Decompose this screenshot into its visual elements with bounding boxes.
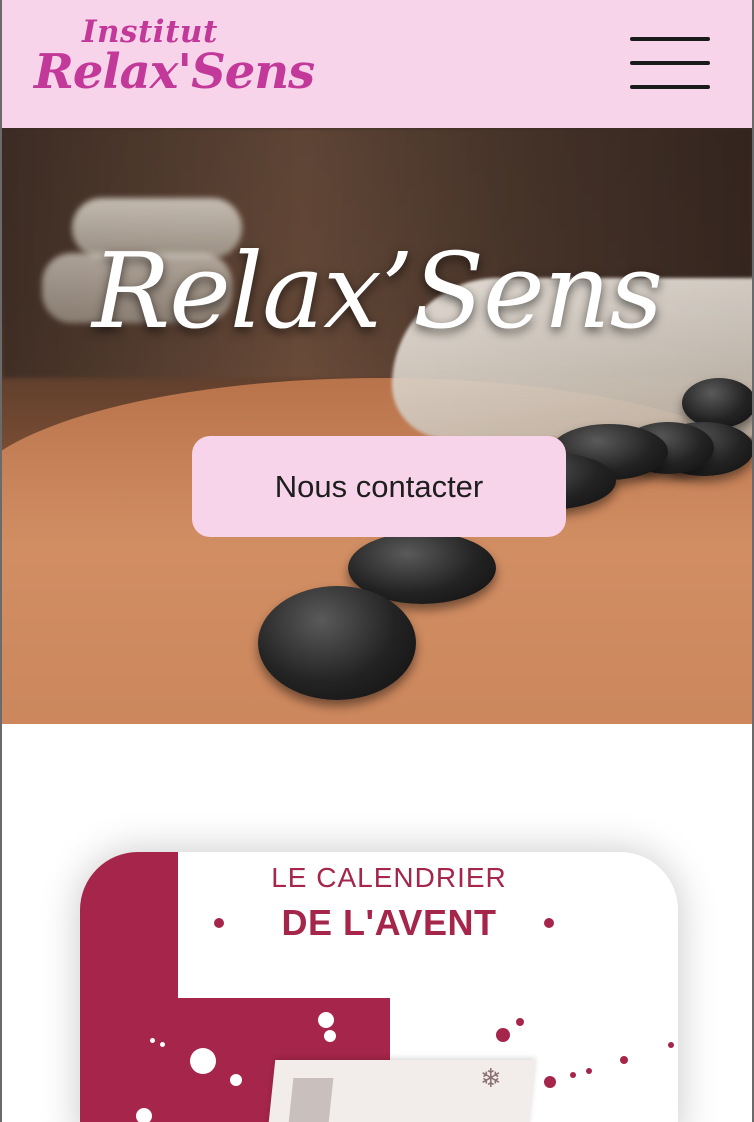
- bullet-dot: [544, 918, 554, 928]
- menu-line: [630, 85, 710, 89]
- contact-button[interactable]: Nous contacter: [192, 436, 566, 537]
- decor-dot: [324, 1030, 336, 1042]
- decor-dot: [318, 1012, 334, 1028]
- decor-dot: [668, 1042, 674, 1048]
- decor-dot: [570, 1072, 576, 1078]
- hot-stone: [682, 378, 752, 428]
- snowflake-icon: ❄: [480, 1064, 502, 1094]
- hero-section: Relax’Sens Nous contacter: [2, 128, 752, 724]
- advent-calendar-card[interactable]: LE CALENDRIER DE L'AVENT ❄: [80, 852, 678, 1122]
- site-header: Institut Relax'Sens: [2, 0, 752, 128]
- decor-dot: [160, 1042, 165, 1047]
- card-kicker: LE CALENDRIER: [271, 862, 507, 893]
- decor-dot: [544, 1076, 556, 1088]
- decor-dot: [190, 1048, 216, 1074]
- menu-line: [630, 61, 710, 65]
- hamburger-menu-icon[interactable]: [628, 36, 712, 94]
- decor-dot: [496, 1028, 510, 1042]
- hero-title: Relax’Sens: [92, 230, 663, 352]
- decor-dot: [230, 1074, 242, 1086]
- decor-dot: [586, 1068, 592, 1074]
- menu-line: [630, 37, 710, 41]
- decor-dot: [136, 1108, 152, 1122]
- decor-dot: [516, 1018, 524, 1026]
- page: Institut Relax'Sens Relax’Sens Nous cont…: [0, 0, 754, 1122]
- site-logo[interactable]: Institut Relax'Sens: [32, 14, 315, 114]
- decor-dot: [150, 1038, 155, 1043]
- decor-dot: [620, 1056, 628, 1064]
- card-headline: DE L'AVENT: [281, 902, 497, 943]
- hot-stone: [258, 586, 416, 700]
- logo-main-text: Relax'Sens: [34, 44, 315, 100]
